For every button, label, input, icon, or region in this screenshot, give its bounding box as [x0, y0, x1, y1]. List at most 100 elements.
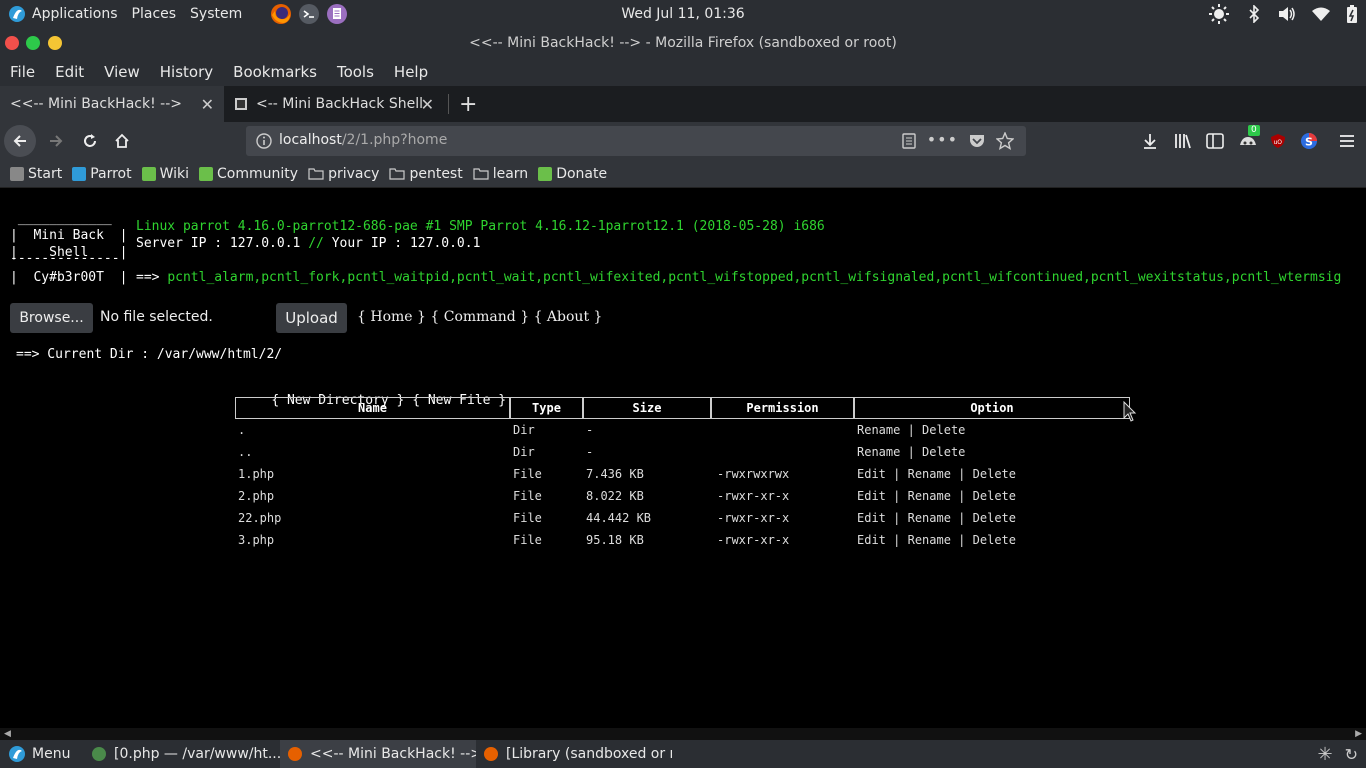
- forward-button-icon[interactable]: [48, 133, 64, 149]
- places-menu[interactable]: Places: [132, 6, 177, 22]
- firefox-launcher-icon[interactable]: [270, 3, 292, 25]
- page-actions-icon[interactable]: •••: [927, 130, 958, 149]
- volume-icon[interactable]: [1278, 6, 1296, 22]
- url-bar[interactable]: localhost/2/1.php?home •••: [246, 126, 1026, 156]
- option-rename-link[interactable]: Rename: [857, 445, 900, 459]
- bookmark-folder-learn[interactable]: learn: [473, 166, 528, 182]
- option-delete-link[interactable]: Delete: [973, 533, 1016, 547]
- downloads-icon[interactable]: [1142, 133, 1158, 149]
- file-name[interactable]: 1.php: [235, 463, 510, 485]
- arrow: ==>: [136, 270, 168, 285]
- table-row: 22.php File 44.442 KB -rwxr-xr-x Edit | Rena…: [235, 507, 1130, 529]
- upload-button[interactable]: Upload: [276, 303, 347, 333]
- about-link[interactable]: { About }: [534, 309, 603, 325]
- menu-bookmarks[interactable]: Bookmarks: [233, 63, 317, 81]
- extension-icon[interactable]: 0: [1238, 125, 1260, 149]
- option-rename-link[interactable]: Rename: [908, 511, 951, 525]
- menu-tools[interactable]: Tools: [337, 63, 374, 81]
- scroll-right-icon[interactable]: ▶: [1355, 729, 1362, 739]
- brightness-icon[interactable]: [1208, 3, 1230, 25]
- terminal-launcher-icon[interactable]: [298, 3, 320, 25]
- col-option: Option: [854, 397, 1130, 419]
- menu-edit[interactable]: Edit: [55, 63, 84, 81]
- close-tab-icon[interactable]: ✕: [421, 95, 434, 114]
- refresh-icon[interactable]: ↻: [1345, 745, 1358, 764]
- sidebar-icon[interactable]: [1206, 133, 1224, 149]
- bookmark-community[interactable]: Community: [199, 166, 298, 182]
- minimize-window-button[interactable]: [26, 36, 40, 50]
- s-extension-icon[interactable]: S: [1300, 132, 1318, 150]
- horizontal-scrollbar[interactable]: ◀ ▶: [0, 728, 1366, 740]
- option-rename-link[interactable]: Rename: [908, 467, 951, 481]
- menu-history[interactable]: History: [160, 63, 213, 81]
- bookmark-start[interactable]: Start: [10, 166, 62, 182]
- file-permission: [711, 441, 854, 463]
- option-rename-link[interactable]: Rename: [908, 489, 951, 503]
- back-button-icon[interactable]: [4, 125, 36, 157]
- option-rename-link[interactable]: Rename: [857, 423, 900, 437]
- menu-help[interactable]: Help: [394, 63, 428, 81]
- tab-mini-backhack-shell[interactable]: <-- Mini BackHack Shell - ✕: [224, 86, 444, 122]
- library-icon[interactable]: [1174, 133, 1192, 149]
- file-type: File: [513, 489, 542, 503]
- hamburger-menu-icon[interactable]: [1340, 134, 1354, 148]
- file-name[interactable]: 22.php: [235, 507, 510, 529]
- option-edit-link[interactable]: Edit: [857, 467, 886, 481]
- taskbar-firefox-window[interactable]: <<-- Mini BackHack! -->...: [280, 740, 476, 768]
- taskbar-menu-button[interactable]: Menu: [0, 740, 84, 768]
- maximize-window-button[interactable]: [48, 36, 62, 50]
- option-delete-link[interactable]: Delete: [922, 445, 965, 459]
- system-menu[interactable]: System: [190, 6, 242, 22]
- home-link[interactable]: { Home }: [357, 309, 426, 325]
- option-edit-link[interactable]: Edit: [857, 511, 886, 525]
- logo-line1: | Mini Back |: [10, 228, 128, 243]
- menu-view[interactable]: View: [104, 63, 140, 81]
- file-name[interactable]: .: [235, 419, 510, 441]
- taskbar-editor-window[interactable]: [0.php — /var/www/ht...: [84, 740, 280, 768]
- bookmark-wiki[interactable]: Wiki: [141, 166, 189, 182]
- applications-menu[interactable]: Applications: [32, 6, 118, 22]
- bookmark-folder-pentest[interactable]: pentest: [389, 166, 463, 182]
- close-window-button[interactable]: [5, 36, 19, 50]
- bluetooth-icon[interactable]: [1248, 5, 1260, 23]
- bookmark-donate[interactable]: Donate: [538, 166, 607, 182]
- file-name[interactable]: ..: [235, 441, 510, 463]
- bookmark-star-icon[interactable]: [996, 132, 1014, 150]
- browse-button[interactable]: Browse...: [10, 303, 93, 333]
- settings-star-icon[interactable]: ✳: [1318, 744, 1333, 765]
- current-dir-path[interactable]: /var/www/html/2/: [157, 347, 282, 362]
- window-titlebar[interactable]: <<-- Mini BackHack! --> - Mozilla Firefo…: [0, 28, 1366, 58]
- option-delete-link[interactable]: Delete: [973, 489, 1016, 503]
- ublock-icon[interactable]: uO: [1270, 133, 1286, 149]
- bookmark-label: Donate: [556, 165, 608, 182]
- option-edit-link[interactable]: Edit: [857, 533, 886, 547]
- option-delete-link[interactable]: Delete: [973, 511, 1016, 525]
- site-info-icon[interactable]: [256, 133, 272, 149]
- bookmark-folder-privacy[interactable]: privacy: [308, 166, 379, 182]
- reader-view-icon[interactable]: [902, 133, 916, 149]
- text-editor-launcher-icon[interactable]: [326, 3, 348, 25]
- file-size: 7.436 KB: [586, 467, 644, 481]
- option-delete-link[interactable]: Delete: [922, 423, 965, 437]
- battery-icon[interactable]: [1346, 5, 1358, 23]
- taskbar-library-window[interactable]: [Library (sandboxed or r...: [476, 740, 672, 768]
- option-delete-link[interactable]: Delete: [973, 467, 1016, 481]
- new-tab-icon[interactable]: +: [459, 92, 477, 117]
- option-rename-link[interactable]: Rename: [908, 533, 951, 547]
- parrot-logo-icon[interactable]: [8, 5, 26, 23]
- close-tab-icon[interactable]: ✕: [201, 95, 214, 114]
- file-name[interactable]: 3.php: [235, 529, 510, 551]
- tab-mini-backhack[interactable]: <<-- Mini BackHack! --> ✕: [0, 86, 224, 122]
- bookmark-parrot[interactable]: Parrot: [72, 166, 132, 182]
- reload-button-icon[interactable]: [82, 133, 98, 149]
- command-link[interactable]: { Command }: [430, 309, 529, 325]
- scroll-left-icon[interactable]: ◀: [4, 729, 11, 739]
- file-name[interactable]: 2.php: [235, 485, 510, 507]
- menu-file[interactable]: File: [10, 63, 35, 81]
- parrot-logo-icon: [8, 745, 26, 763]
- home-button-icon[interactable]: [114, 133, 130, 149]
- option-edit-link[interactable]: Edit: [857, 489, 886, 503]
- pocket-icon[interactable]: [969, 133, 985, 149]
- wifi-icon[interactable]: [1312, 7, 1330, 21]
- url-text[interactable]: localhost/2/1.php?home: [279, 132, 447, 148]
